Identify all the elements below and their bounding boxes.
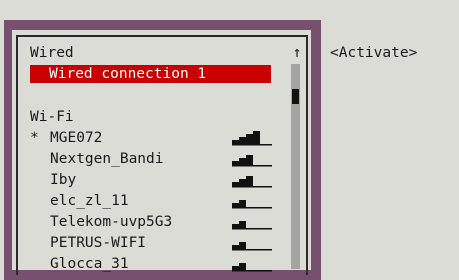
wifi-ssid: elc_zl_11 <box>50 193 129 209</box>
active-network-marker <box>30 150 50 168</box>
list-border-top <box>16 35 307 37</box>
signal-strength-icon <box>232 193 272 209</box>
wifi-ssid: Nextgen_Bandi <box>50 151 164 167</box>
wifi-network-item[interactable]: elc_zl_11 <box>30 192 129 210</box>
active-network-marker <box>30 234 50 252</box>
active-network-marker <box>30 171 50 189</box>
wifi-ssid: Telekom-uvp5G3 <box>50 214 173 230</box>
connection-item-wired-connection-1[interactable]: Wired connection 1 <box>30 65 271 83</box>
list-border-right <box>306 35 308 275</box>
signal-strength-icon <box>232 172 272 188</box>
activate-button[interactable]: <Activate> <box>330 44 417 62</box>
wifi-network-item[interactable]: Telekom-uvp5G3 <box>30 213 172 231</box>
active-network-marker: * <box>30 130 39 146</box>
wifi-network-item[interactable]: * MGE072 <box>30 129 102 147</box>
wifi-ssid: Glocca_31 <box>50 256 129 272</box>
wifi-network-item[interactable]: Nextgen_Bandi <box>30 150 164 168</box>
scroll-up-arrow-icon[interactable]: ↑ <box>291 43 303 61</box>
active-network-marker <box>30 255 50 273</box>
wifi-network-item[interactable]: Glocca_31 <box>30 255 129 273</box>
active-network-marker <box>30 192 50 210</box>
scrollbar-thumb[interactable] <box>292 89 299 104</box>
section-title-wired: Wired <box>30 45 74 61</box>
active-network-marker <box>30 213 50 231</box>
wifi-ssid: MGE072 <box>50 130 103 146</box>
signal-strength-icon <box>232 214 272 230</box>
wifi-ssid: Iby <box>50 172 77 188</box>
section-title-wifi: Wi-Fi <box>30 109 74 125</box>
signal-strength-icon <box>232 151 272 167</box>
wifi-network-item[interactable]: Iby <box>30 171 76 189</box>
signal-strength-icon <box>232 130 272 146</box>
wifi-network-item[interactable]: PETRUS-WIFI <box>30 234 146 252</box>
signal-strength-icon <box>232 256 272 272</box>
list-border-left <box>16 35 18 275</box>
signal-strength-icon <box>232 235 272 251</box>
wifi-ssid: PETRUS-WIFI <box>50 235 147 251</box>
